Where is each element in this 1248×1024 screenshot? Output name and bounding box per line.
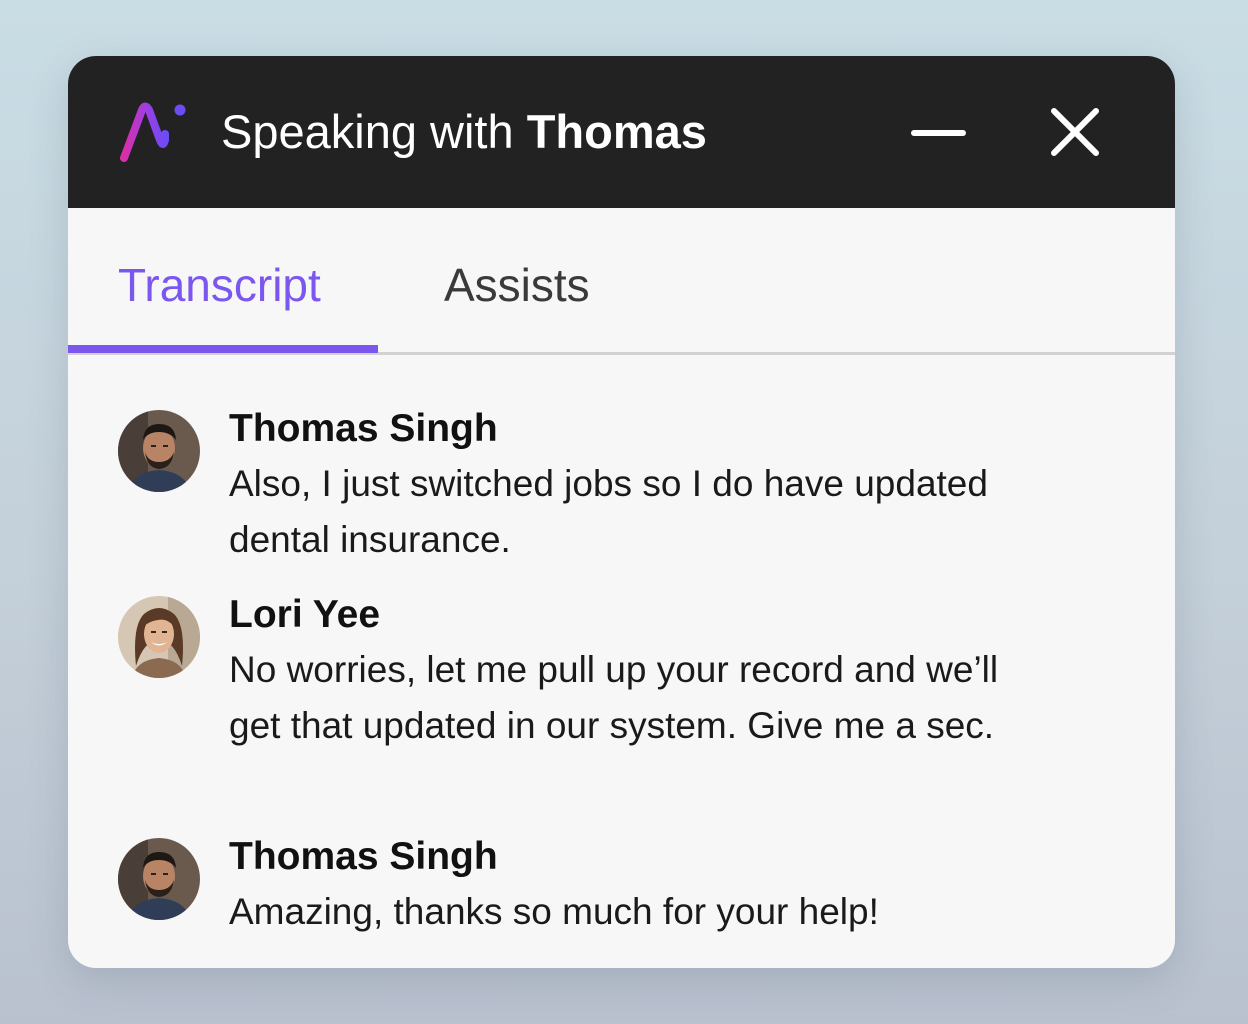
title-bar: Speaking with Thomas [68, 56, 1175, 208]
close-button[interactable] [1044, 102, 1106, 162]
title-prefix: Speaking with [221, 105, 514, 158]
minimize-icon [911, 130, 966, 136]
speaker-name: Thomas Singh [229, 835, 498, 878]
message-body: Lori Yee No worries, let me pull up your… [229, 592, 1089, 754]
message-body: Thomas Singh Amazing, thanks so much for… [229, 834, 1089, 940]
active-tab-indicator [68, 345, 378, 353]
close-icon [1051, 108, 1099, 156]
tab-assists[interactable]: Assists [444, 257, 590, 313]
message-text: Amazing, thanks so much for your help! [229, 891, 879, 932]
message-body: Thomas Singh Also, I just switched jobs … [229, 406, 1089, 568]
ni-logo-icon [120, 102, 186, 162]
message-text: Also, I just switched jobs so I do have … [229, 463, 988, 560]
minimize-button[interactable] [904, 102, 972, 162]
message-text: No worries, let me pull up your record a… [229, 649, 999, 746]
speaker-name: Thomas Singh [229, 407, 498, 450]
assist-window: Speaking with Thomas Transcript Assists [68, 56, 1175, 968]
title-caller-name: Thomas [526, 105, 707, 158]
female-avatar-icon [118, 596, 200, 678]
male-avatar-icon [118, 838, 200, 920]
tab-transcript[interactable]: Transcript [118, 257, 321, 313]
window-title: Speaking with Thomas [221, 104, 707, 160]
speaker-name: Lori Yee [229, 593, 381, 636]
male-avatar-icon [118, 410, 200, 492]
